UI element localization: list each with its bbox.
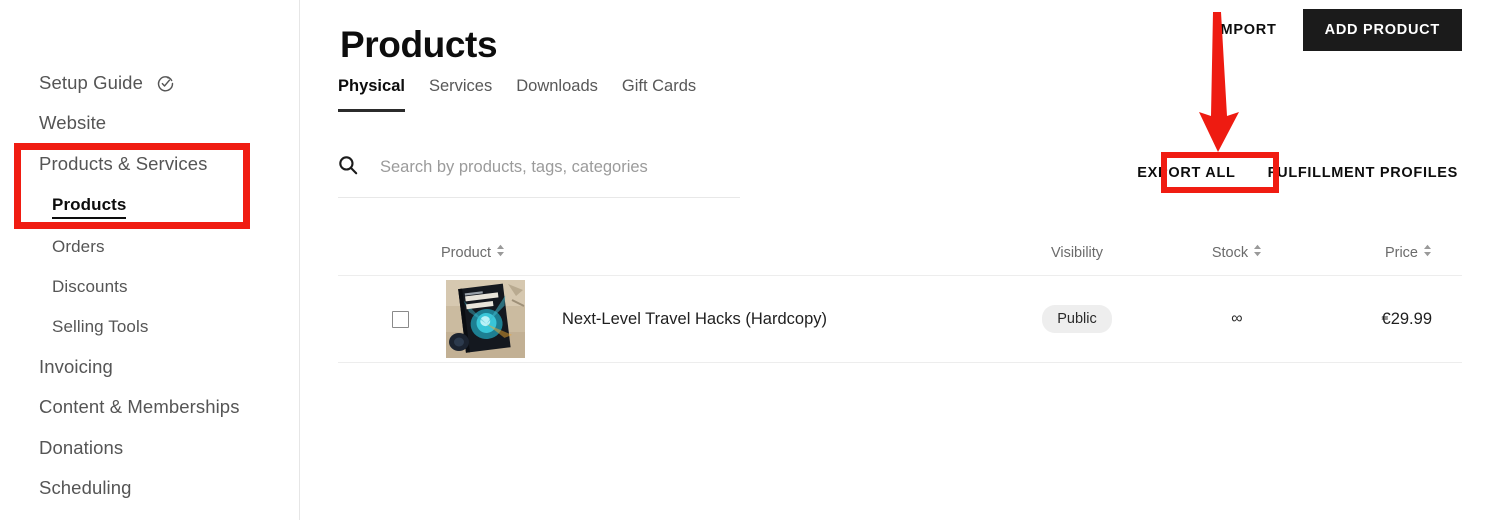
row-visibility-cell: Public (992, 304, 1162, 334)
sidebar-item-orders[interactable]: Orders (52, 238, 105, 255)
products-page: Setup Guide Website Products & Services … (0, 0, 1500, 520)
table-header-stock: Stock (1162, 244, 1312, 261)
sidebar-item-label: Setup Guide (39, 72, 143, 93)
sidebar-item-label: Discounts (52, 277, 128, 296)
setup-progress-icon (157, 75, 174, 96)
sidebar-item-label: Orders (52, 237, 105, 256)
main-content: Products IMPORT ADD PRODUCT Physical Ser… (300, 0, 1500, 520)
sidebar-item-label: Scheduling (39, 477, 132, 498)
table-header-row: Product Visibility Stock Price (338, 230, 1462, 276)
row-price-cell: €29.99 (1312, 310, 1462, 329)
fulfillment-profiles-button[interactable]: FULFILLMENT PROFILES (1264, 163, 1462, 183)
tab-services[interactable]: Services (429, 78, 492, 112)
sidebar-item-scheduling[interactable]: Scheduling (39, 477, 132, 498)
row-product-cell: Next-Level Travel Hacks (Hardcopy) (409, 280, 992, 358)
sidebar-item-setup-guide[interactable]: Setup Guide (39, 72, 174, 96)
row-select-cell (338, 310, 409, 328)
tab-physical[interactable]: Physical (338, 78, 405, 112)
sidebar-item-donations[interactable]: Donations (39, 437, 124, 458)
search-bar (338, 155, 740, 198)
sort-arrows-icon (496, 244, 505, 261)
page-title: Products (340, 23, 498, 65)
sidebar-item-label: Invoicing (39, 356, 113, 377)
sidebar-item-products-and-services[interactable]: Products & Services (39, 153, 208, 174)
sidebar-item-label: Website (39, 112, 107, 133)
sidebar-item-label: Content & Memberships (39, 396, 240, 417)
list-toolbar: EXPORT ALL FULFILLMENT PROFILES (1133, 163, 1462, 183)
sidebar-item-label: Products (52, 195, 127, 214)
sidebar-item-products[interactable]: Products (52, 195, 127, 219)
table-header-visibility: Visibility (992, 245, 1162, 261)
sidebar-item-label: Donations (39, 437, 124, 458)
column-label-visibility: Visibility (1050, 244, 1104, 261)
tab-downloads[interactable]: Downloads (516, 78, 598, 112)
table-row[interactable]: Next-Level Travel Hacks (Hardcopy) Publi… (338, 276, 1462, 363)
price-value: €29.99 (1381, 309, 1432, 328)
sidebar-item-website[interactable]: Website (39, 112, 107, 133)
products-table: Product Visibility Stock Price Next-Leve… (338, 230, 1462, 363)
stock-value: ∞ (1231, 310, 1243, 327)
sidebar-item-invoicing[interactable]: Invoicing (39, 356, 113, 377)
sort-arrows-icon (1253, 244, 1262, 261)
sidebar-item-label: Products & Services (39, 153, 208, 174)
sort-by-product[interactable]: Product (441, 244, 505, 261)
column-label-product: Product (441, 244, 491, 261)
product-type-tabs: Physical Services Downloads Gift Cards (338, 78, 696, 112)
import-button[interactable]: IMPORT (1212, 16, 1281, 44)
header-actions: IMPORT ADD PRODUCT (1212, 9, 1462, 51)
row-stock-cell: ∞ (1162, 310, 1312, 328)
tab-gift-cards[interactable]: Gift Cards (622, 78, 696, 112)
table-header-product: Product (404, 244, 992, 261)
sidebar-item-label: Selling Tools (52, 317, 149, 336)
sidebar-item-discounts[interactable]: Discounts (52, 278, 128, 295)
add-product-button[interactable]: ADD PRODUCT (1302, 9, 1462, 51)
search-icon (338, 155, 358, 180)
product-name: Next-Level Travel Hacks (Hardcopy) (562, 309, 827, 328)
column-label-stock: Stock (1211, 244, 1249, 261)
column-label-price: Price (1384, 244, 1418, 261)
sort-by-price[interactable]: Price (1385, 244, 1432, 261)
product-thumbnail[interactable] (446, 280, 525, 358)
sidebar-item-content-and-memberships[interactable]: Content & Memberships (39, 396, 240, 417)
table-header-price: Price (1312, 244, 1462, 261)
status-badge: Public (1042, 304, 1112, 334)
export-all-button[interactable]: EXPORT ALL (1133, 163, 1239, 183)
search-input[interactable] (380, 158, 740, 177)
sort-arrows-icon (1423, 244, 1432, 261)
row-checkbox[interactable] (392, 310, 409, 328)
sidebar-navigation: Setup Guide Website Products & Services … (0, 0, 300, 520)
sidebar-item-selling-tools[interactable]: Selling Tools (52, 318, 148, 335)
sort-by-stock[interactable]: Stock (1212, 244, 1262, 261)
